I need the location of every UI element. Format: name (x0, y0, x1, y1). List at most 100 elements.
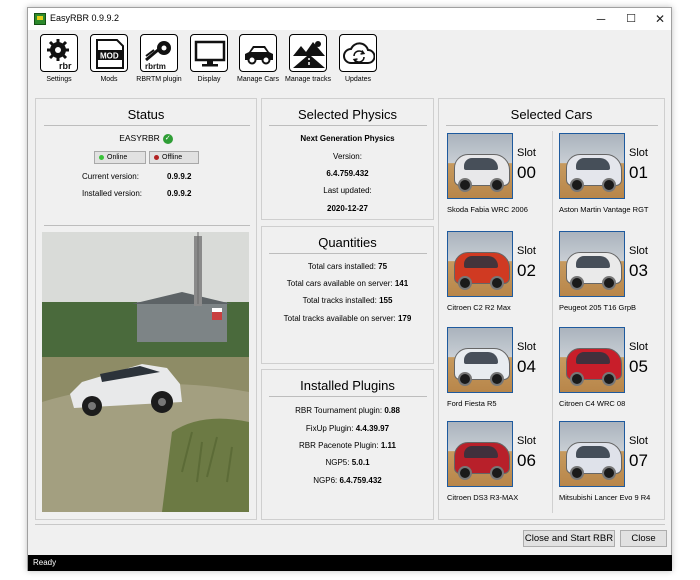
car-wheel (490, 466, 504, 480)
slot-label: Slot (629, 245, 648, 257)
quantity-label: Total tracks available on server: (283, 314, 396, 323)
car-name: Ford Fiesta R5 (447, 399, 497, 408)
car-slot-04[interactable]: Slot 04 Ford Fiesta R5 (447, 327, 557, 423)
minimize-button[interactable]: ─ (586, 8, 616, 30)
quantity-label: Total cars available on server: (286, 279, 393, 288)
plugins-title: Installed Plugins (300, 378, 395, 393)
status-bar: Ready (28, 555, 672, 571)
installed-version-label: Installed version: (82, 189, 143, 198)
updates-button[interactable]: Updates (333, 34, 383, 90)
window-title: EasyRBR 0.9.9.2 (50, 13, 120, 23)
car-slot-07[interactable]: Slot 07 Mitsubishi Lancer Evo 9 R4 (559, 421, 669, 517)
online-button[interactable]: Online (94, 151, 146, 164)
cars-panel: Selected Cars Slot 00 Skoda Fabia WRC 2006… (438, 98, 665, 520)
car-window (576, 352, 610, 364)
car-wheel (490, 276, 504, 290)
app-name: EASYRBR (119, 133, 160, 143)
car-wheel (458, 372, 472, 386)
road-landscape-icon (289, 34, 327, 72)
offline-dot-icon (154, 155, 159, 160)
status-title: Status (127, 107, 165, 122)
easyrbr-logo: EASYRBR ✓ (36, 133, 256, 144)
offline-button[interactable]: Offline (149, 151, 199, 164)
physics-panel: Selected Physics Next Generation Physics… (261, 98, 434, 220)
current-version-label: Current version: (82, 172, 139, 181)
close-window-button[interactable]: ✕ (645, 8, 675, 30)
plugins-divider (269, 396, 427, 397)
online-label: Online (107, 154, 128, 161)
physics-updated-label: Last updated: (323, 186, 372, 195)
plugin-label: NGP6: (313, 476, 338, 485)
car-name: Citroen DS3 R3-MAX (447, 493, 519, 502)
plugin-row: RBR Tournament plugin: 0.88 (262, 406, 433, 415)
toolbar: rbr Settings MOD Mods rbrtm RBRTM plugin… (28, 30, 671, 92)
slot-number: 04 (517, 357, 536, 376)
plugin-label: FixUp Plugin: (305, 424, 354, 433)
car-wheel (602, 466, 616, 480)
car-wheel (490, 178, 504, 192)
slot-label: Slot (629, 147, 648, 159)
quantity-label: Total tracks installed: (302, 296, 377, 305)
slot-label: Slot (517, 245, 536, 257)
slot-label: Slot (517, 435, 536, 447)
status-divider (44, 125, 250, 126)
car-slot-01[interactable]: Slot 01 Aston Martin Vantage RGT (559, 133, 669, 229)
footer-divider (35, 524, 665, 525)
quantity-value: 75 (378, 262, 388, 271)
monitor-icon (190, 34, 228, 72)
car-wheel (602, 178, 616, 192)
title-bar: EasyRBR 0.9.9.2 ─ ☐ ✕ (28, 8, 671, 30)
car-slot-00[interactable]: Slot 00 Skoda Fabia WRC 2006 (447, 133, 557, 229)
car-thumbnail (559, 327, 625, 393)
car-thumbnail (447, 421, 513, 487)
status-divider-bottom (44, 225, 250, 226)
close-button[interactable]: Close (620, 530, 667, 547)
car-thumbnail (447, 327, 513, 393)
plugin-value: 1.11 (380, 441, 396, 450)
car-thumbnail (559, 421, 625, 487)
plugin-value: 4.4.39.97 (355, 424, 390, 433)
physics-title: Selected Physics (298, 107, 397, 122)
physics-divider (269, 125, 427, 126)
installed-version-value: 0.9.9.2 (167, 189, 192, 198)
rally-car-photo (42, 232, 249, 512)
slot-number: 02 (517, 261, 536, 280)
car-wheel (458, 466, 472, 480)
car-wheel (458, 178, 472, 192)
physics-updated-value: 2020-12-27 (327, 204, 368, 213)
car-slot-03[interactable]: Slot 03 Peugeot 205 T16 GrpB (559, 231, 669, 327)
online-dot-icon (99, 155, 104, 160)
car-name: Aston Martin Vantage RGT (559, 205, 649, 214)
slot-number: 07 (629, 451, 648, 470)
offline-label: Offline (162, 154, 183, 161)
plugin-label: RBR Pacenote Plugin: (299, 441, 379, 450)
car-name: Skoda Fabia WRC 2006 (447, 205, 528, 214)
slot-number: 03 (629, 261, 648, 280)
car-slot-02[interactable]: Slot 02 Citroen C2 R2 Max (447, 231, 557, 327)
car-wheel (458, 276, 472, 290)
plugin-label: RBR Tournament plugin: (295, 406, 383, 415)
slot-number: 01 (629, 163, 648, 182)
car-wheel (602, 276, 616, 290)
rbrtm-icon: rbrtm (140, 34, 178, 72)
car-slot-06[interactable]: Slot 06 Citroen DS3 R3-MAX (447, 421, 557, 517)
car-name: Citroen C2 R2 Max (447, 303, 511, 312)
car-thumbnail (447, 133, 513, 199)
car-name: Citroen C4 WRC 08 (559, 399, 626, 408)
maximize-button[interactable]: ☐ (616, 8, 646, 30)
close-and-start-rbr-button[interactable]: Close and Start RBR (523, 530, 615, 547)
gear-icon: rbr (40, 34, 78, 72)
plugin-row: FixUp Plugin: 4.4.39.97 (262, 424, 433, 433)
rbrtm-text: rbrtm (145, 62, 166, 70)
plugin-row: RBR Pacenote Plugin: 1.11 (262, 441, 433, 450)
car-slot-05[interactable]: Slot 05 Citroen C4 WRC 08 (559, 327, 669, 423)
car-window (464, 158, 498, 170)
car-window (464, 352, 498, 364)
car-wheel (490, 372, 504, 386)
app-logo-icon (34, 13, 46, 25)
photo-illustration (42, 232, 249, 512)
cars-divider (446, 125, 658, 126)
updates-label: Updates (344, 76, 372, 83)
quantity-label: Total cars installed: (307, 262, 376, 271)
quantity-value: 155 (379, 296, 393, 305)
